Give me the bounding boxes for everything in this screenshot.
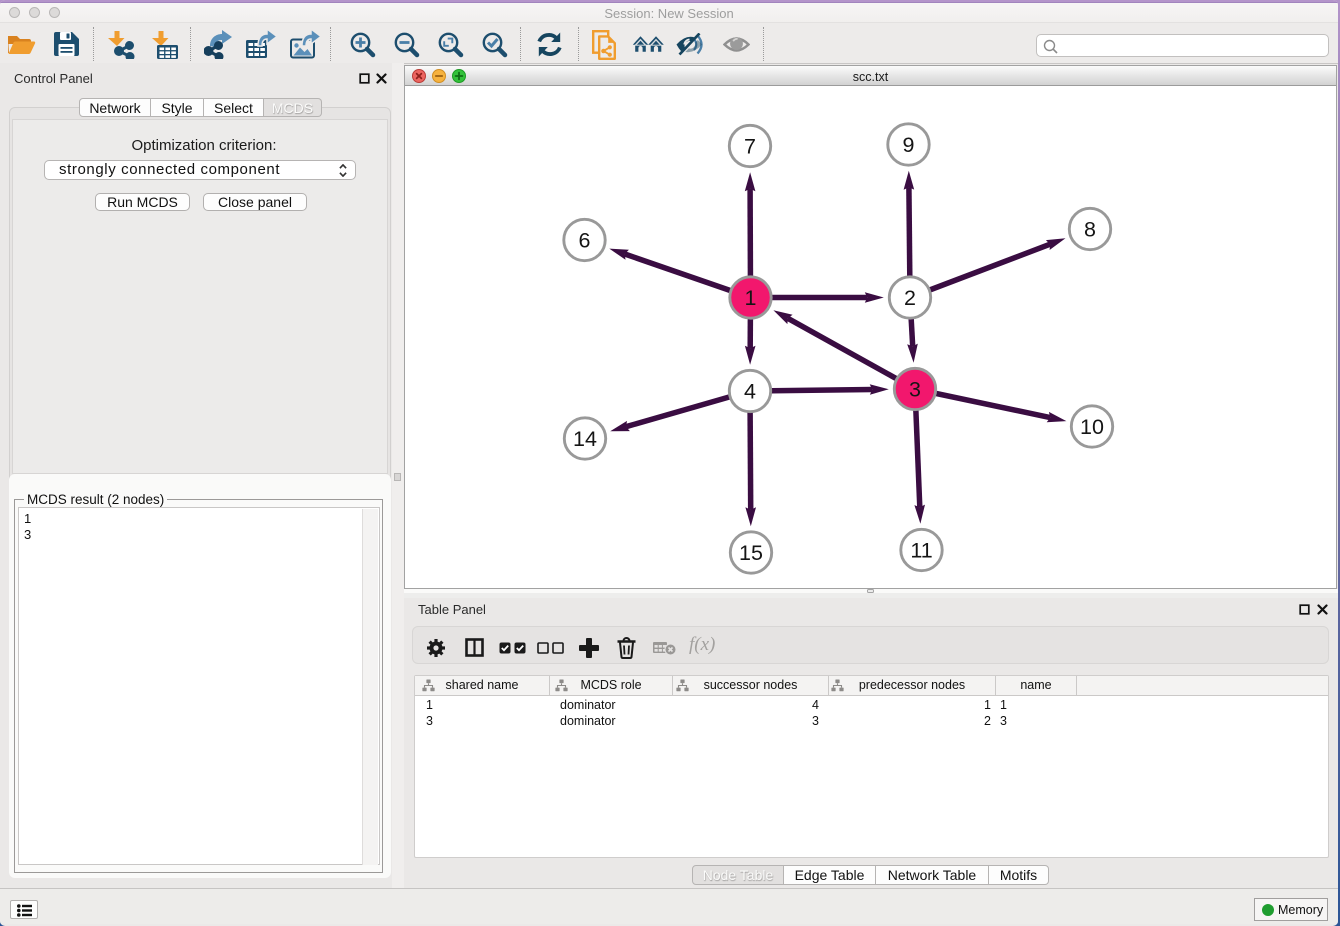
svg-text:2: 2	[904, 286, 916, 310]
svg-text:8: 8	[1084, 218, 1096, 242]
svg-text:9: 9	[903, 133, 915, 157]
svg-text:15: 15	[739, 541, 763, 565]
svg-text:1: 1	[745, 286, 757, 310]
svg-text:14: 14	[573, 427, 597, 451]
svg-text:11: 11	[910, 539, 932, 563]
svg-text:7: 7	[744, 135, 756, 159]
svg-text:4: 4	[744, 380, 756, 404]
svg-text:6: 6	[579, 229, 591, 253]
svg-text:10: 10	[1080, 415, 1104, 439]
svg-text:3: 3	[909, 378, 921, 402]
